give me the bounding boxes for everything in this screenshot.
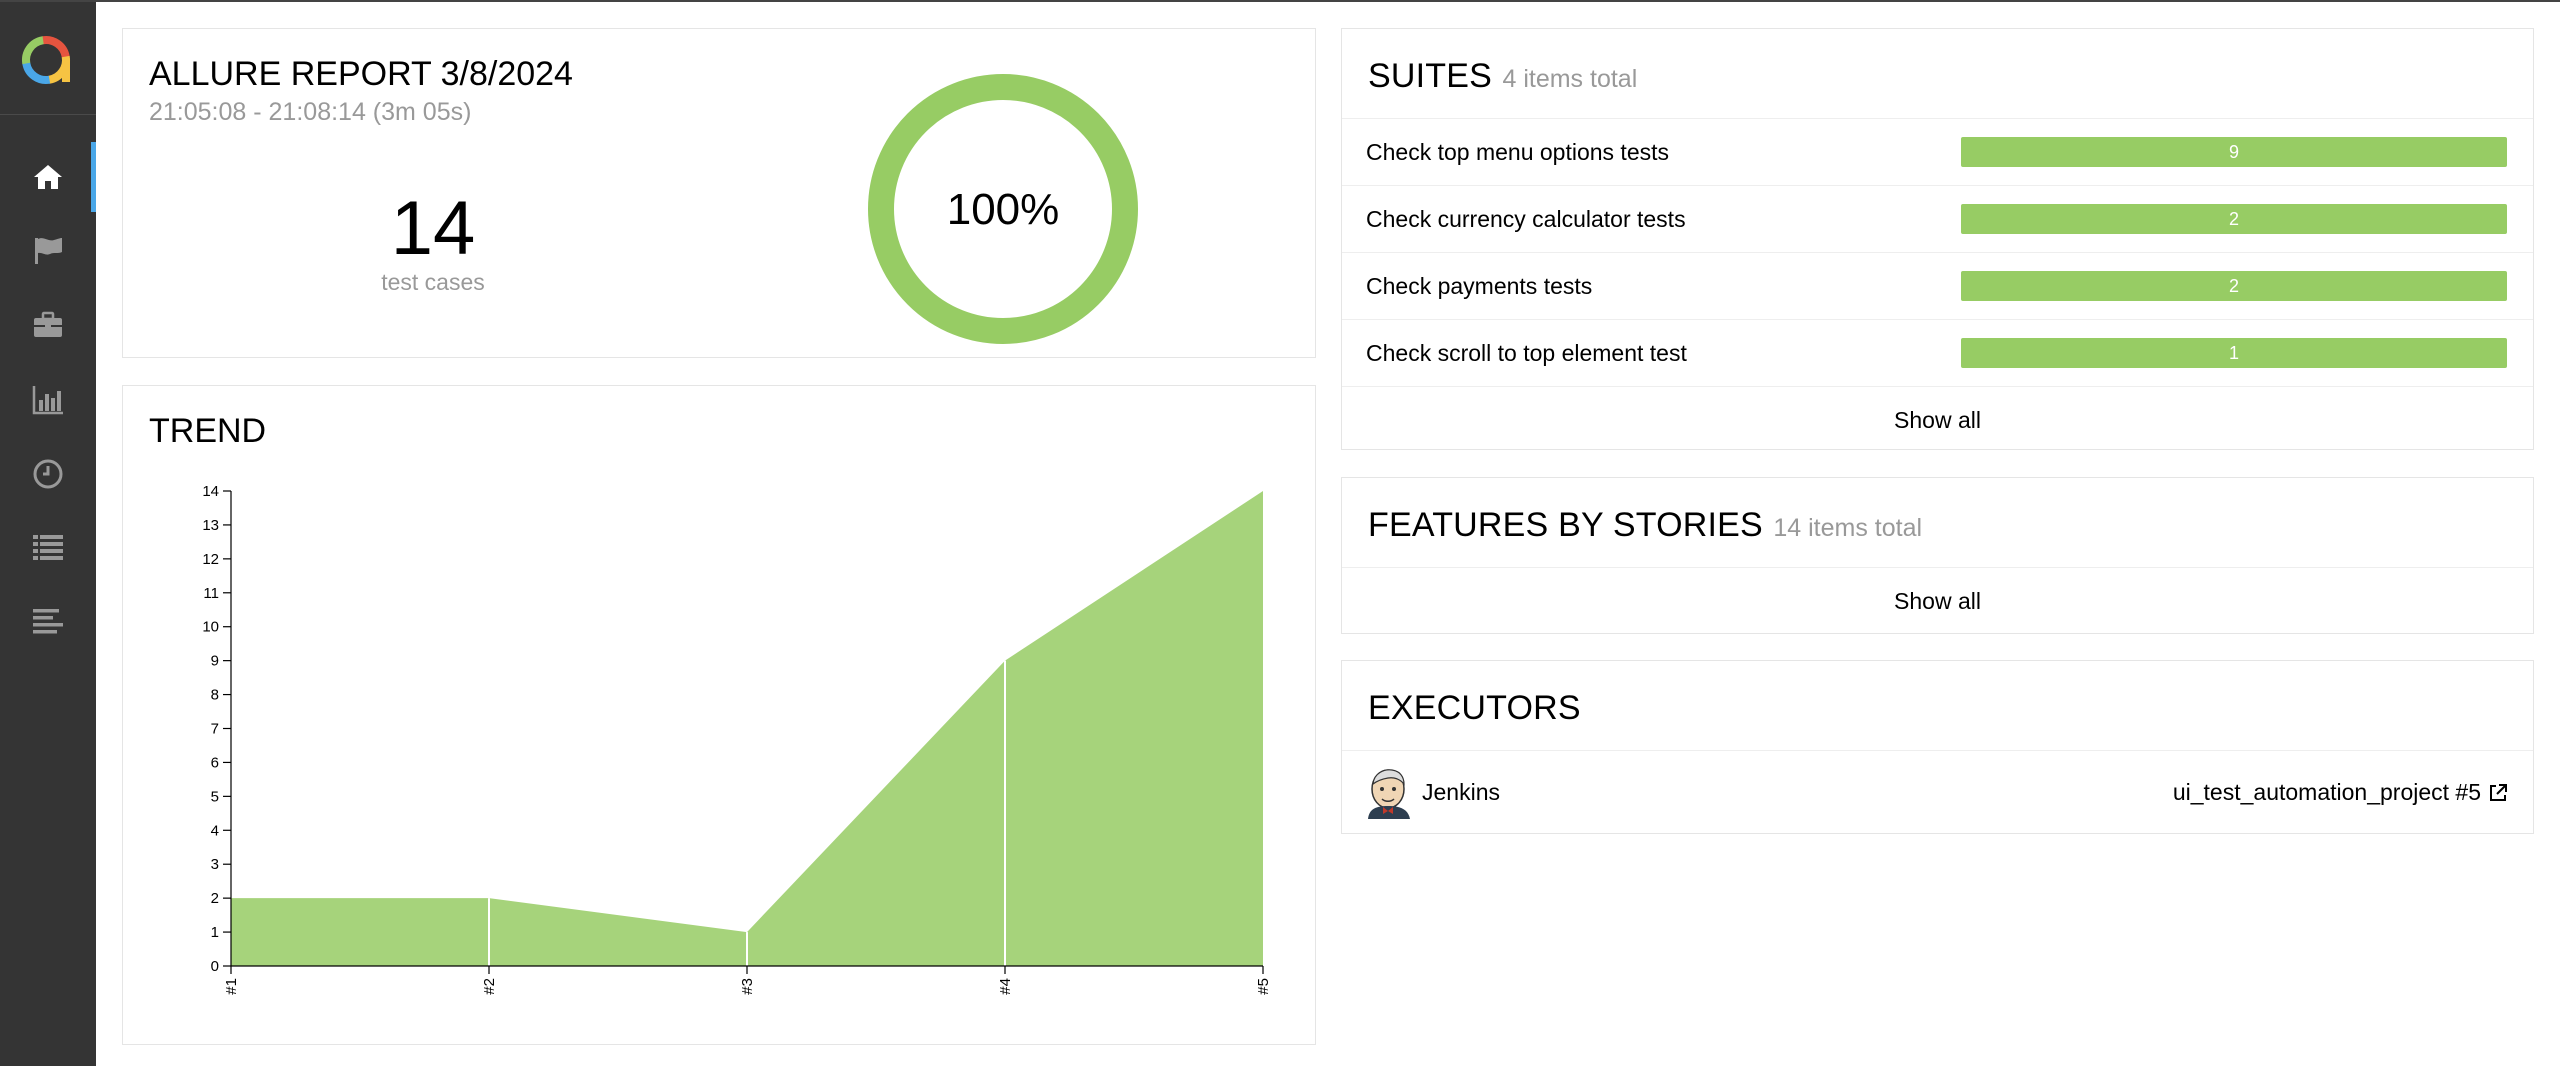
trend-y-tick-label: 13 <box>202 517 219 534</box>
trend-y-tick-label: 7 <box>211 721 219 738</box>
nav-packages[interactable] <box>0 586 96 656</box>
features-show-all-link[interactable]: Show all <box>1342 568 2533 634</box>
trend-x-tick-label: #3 <box>739 978 756 995</box>
trend-y-tick-label: 8 <box>211 687 219 704</box>
suites-subtitle: 4 items total <box>1502 65 1638 93</box>
executor-row: Jenkins ui_test_automation_project #5 <box>1342 751 2533 834</box>
sidebar <box>0 2 96 1066</box>
suite-passed-bar: 9 <box>1961 137 2507 167</box>
trend-widget: 0 1 2 3 4 5 6 7 8 9 10 11 12 13 14 #1 #2 #3 #4 #5 TREND <box>122 385 1316 1045</box>
nav-graphs[interactable] <box>0 365 96 435</box>
executor-build-link[interactable]: ui_test_automation_project #5 <box>2173 779 2509 806</box>
features-title: FEATURES BY STORIES <box>1368 506 1763 544</box>
executor-name: Jenkins <box>1422 779 1500 805</box>
trend-chart[interactable]: 01234567891011121314#1 #2 #3 #4 #5 <box>123 386 1317 1046</box>
executors-title: EXECUTORS <box>1368 689 1581 727</box>
trend-y-tick-label: 3 <box>211 856 219 873</box>
trend-y-tick-label: 12 <box>202 551 219 568</box>
trend-y-tick-label: 11 <box>203 585 219 602</box>
trend-x-tick-label: #5 <box>1255 978 1272 995</box>
report-title: ALLURE REPORT 3/8/2024 <box>149 55 573 93</box>
features-widget: FEATURES BY STORIES 14 items total Show … <box>1341 477 2534 634</box>
suite-row[interactable]: Check top menu options tests 9 <box>1342 119 2533 186</box>
home-icon <box>34 165 62 189</box>
trend-y-tick-label: 2 <box>211 890 219 907</box>
suite-row[interactable]: Check currency calculator tests 2 <box>1342 186 2533 253</box>
external-link-icon <box>2490 783 2507 801</box>
trend-y-tick-label: 14 <box>202 483 219 500</box>
trend-x-tick-label: #4 <box>997 978 1014 995</box>
trend-y-tick-label: 0 <box>211 958 219 975</box>
suite-name: Check scroll to top element test <box>1366 339 1687 366</box>
trend-y-tick-label: 10 <box>202 619 219 636</box>
flag-icon <box>35 238 62 264</box>
test-case-count: 14 <box>390 186 476 271</box>
trend-y-tick-label: 1 <box>211 924 219 941</box>
suites-title: SUITES <box>1368 57 1493 95</box>
suites-show-all-link[interactable]: Show all <box>1342 387 2533 453</box>
trend-area-passed <box>231 491 1263 966</box>
suite-name: Check currency calculator tests <box>1366 205 1686 232</box>
test-case-label: test cases <box>381 269 485 295</box>
suites-widget: SUITES 4 items total Check top menu opti… <box>1341 28 2534 450</box>
trend-x-tick-label: #2 <box>481 978 498 995</box>
bar-chart-icon <box>32 386 63 415</box>
suite-passed-bar: 1 <box>1961 338 2507 368</box>
nav-categories[interactable] <box>0 215 96 285</box>
suite-row[interactable]: Check scroll to top element test 1 <box>1342 320 2533 387</box>
summary-widget: ALLURE REPORT 3/8/2024 21:05:08 - 21:08:… <box>122 28 1316 358</box>
nav-behaviors[interactable] <box>0 512 96 582</box>
suite-passed-bar: 2 <box>1961 271 2507 301</box>
pass-rate-percent: 100% <box>947 185 1060 234</box>
allure-logo-icon[interactable] <box>18 30 78 90</box>
clock-icon <box>33 459 63 489</box>
briefcase-icon <box>34 311 62 337</box>
suite-row[interactable]: Check payments tests 2 <box>1342 253 2533 320</box>
trend-x-tick-label: #1 <box>223 978 240 995</box>
nav-suites[interactable] <box>0 290 96 360</box>
trend-y-tick-label: 9 <box>211 653 219 670</box>
features-subtitle: 14 items total <box>1773 514 1923 542</box>
nav-timeline[interactable] <box>0 439 96 509</box>
executor-build-label: ui_test_automation_project #5 <box>2172 779 2481 805</box>
trend-y-tick-label: 5 <box>211 788 219 805</box>
trend-y-tick-label: 4 <box>211 822 219 839</box>
suite-name: Check top menu options tests <box>1366 138 1669 165</box>
report-time: 21:05:08 - 21:08:14 (3m 05s) <box>149 98 472 126</box>
timeline-icon <box>33 609 63 634</box>
trend-title: TREND <box>149 412 267 450</box>
nav-overview[interactable] <box>0 142 96 212</box>
allure-report-app: ALLURE REPORT 3/8/2024 21:05:08 - 21:08:… <box>0 0 2560 1066</box>
trend-y-tick-label: 6 <box>211 754 219 771</box>
executors-widget: EXECUTORS Jenkins ui_test_automation_pro… <box>1341 660 2534 834</box>
suite-passed-bar: 2 <box>1961 204 2507 234</box>
pass-rate-donut[interactable]: 100% <box>863 69 1143 349</box>
jenkins-avatar-icon <box>1368 768 1410 819</box>
list-icon <box>33 535 63 560</box>
suite-name: Check payments tests <box>1366 272 1593 299</box>
sidebar-divider <box>0 114 96 115</box>
